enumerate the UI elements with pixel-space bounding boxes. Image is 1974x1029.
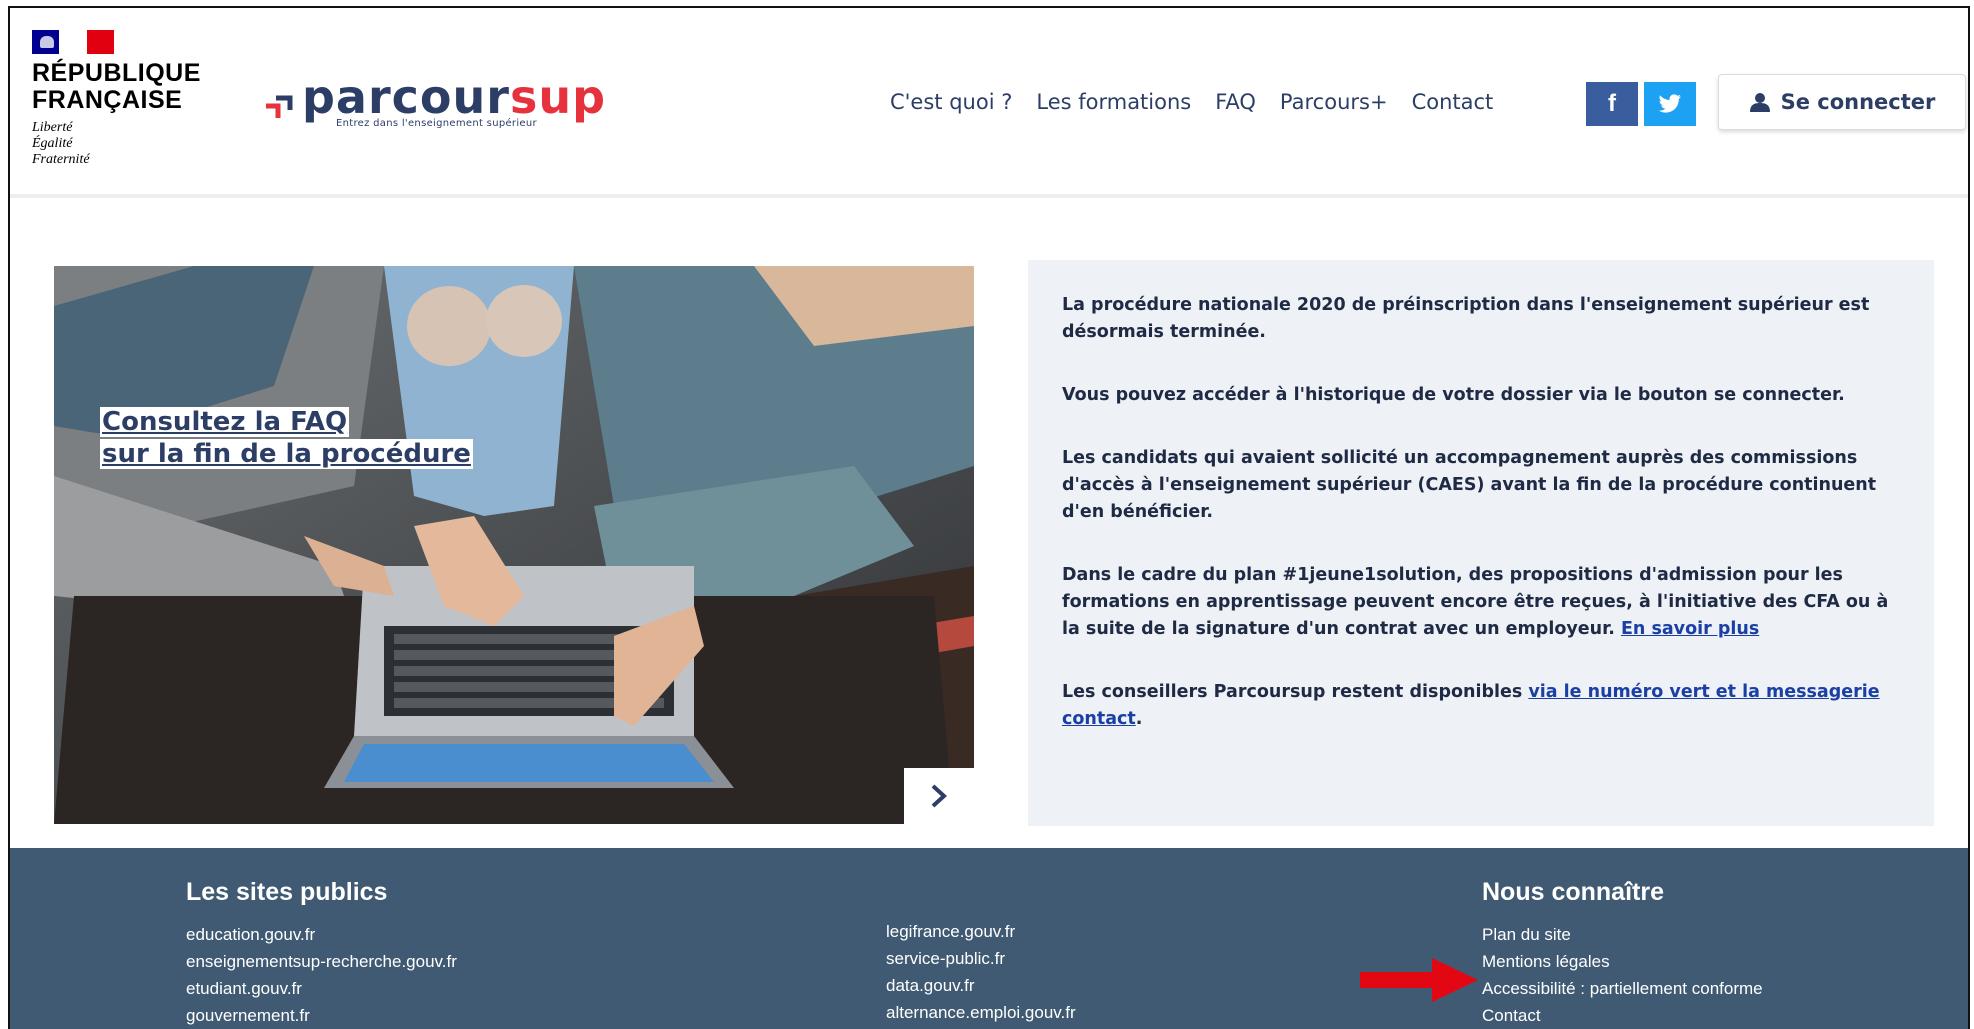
laptop-photo xyxy=(54,266,974,824)
footer-link-contact[interactable]: Contact xyxy=(1482,1002,1763,1029)
login-button[interactable]: Se connecter xyxy=(1718,74,1966,130)
parcoursup-mark-icon xyxy=(266,95,293,118)
republique-francaise-logo[interactable]: RÉPUBLIQUE FRANÇAISE Liberté Égalité Fra… xyxy=(32,30,232,168)
parcoursup-logo[interactable]: parcoursup Entrez dans l'enseignement su… xyxy=(262,70,632,140)
footer-link-education[interactable]: education.gouv.fr xyxy=(186,921,457,948)
footer-sites-title: Les sites publics xyxy=(186,878,388,906)
gov-title: RÉPUBLIQUE FRANÇAISE xyxy=(32,59,201,114)
facebook-button[interactable]: f xyxy=(1586,82,1638,126)
footer-sites-publics: Les sites publics education.gouv.fr ense… xyxy=(186,878,457,1029)
user-icon xyxy=(1749,93,1770,112)
info-paragraph-5: Les conseillers Parcoursup restent dispo… xyxy=(1062,682,1880,729)
nav-contact[interactable]: Contact xyxy=(1412,90,1494,114)
nav-faq[interactable]: FAQ xyxy=(1215,90,1256,114)
facebook-icon: f xyxy=(1608,90,1616,117)
info-paragraph-4: Dans le cadre du plan #1jeune1solution, … xyxy=(1062,565,1889,639)
parcoursup-wordmark: parcoursup xyxy=(302,70,607,124)
info-paragraph-1: La procédure nationale 2020 de préinscri… xyxy=(1062,295,1870,342)
nav-cest-quoi[interactable]: C'est quoi ? xyxy=(890,90,1012,114)
twitter-button[interactable] xyxy=(1644,82,1696,126)
en-savoir-plus-link[interactable]: En savoir plus xyxy=(1621,619,1759,639)
footer-link-legifrance[interactable]: legifrance.gouv.fr xyxy=(886,918,1076,945)
footer-link-alternance[interactable]: alternance.emploi.gouv.fr xyxy=(886,999,1076,1026)
logo-tagline: Entrez dans l'enseignement supérieur xyxy=(336,118,537,129)
browser-frame: RÉPUBLIQUE FRANÇAISE Liberté Égalité Fra… xyxy=(8,6,1970,1029)
hero-caption[interactable]: Consultez la FAQ sur la fin de la procéd… xyxy=(100,406,473,470)
hero-caption-line2[interactable]: sur la fin de la procédure xyxy=(100,439,473,469)
twitter-icon xyxy=(1658,94,1681,113)
footer-nous-connaitre: Nous connaître Plan du site Mentions lég… xyxy=(1482,878,1763,1029)
main-nav: C'est quoi ? Les formations FAQ Parcours… xyxy=(890,90,1493,114)
gov-motto: Liberté Égalité Fraternité xyxy=(32,120,90,167)
marianne-flag-icon xyxy=(32,30,114,54)
login-label: Se connecter xyxy=(1780,90,1936,114)
footer-about-title: Nous connaître xyxy=(1482,878,1664,906)
red-arrow-annotation-icon xyxy=(1360,958,1478,1002)
hero-caption-line1[interactable]: Consultez la FAQ xyxy=(100,407,350,437)
site-footer: Les sites publics education.gouv.fr ense… xyxy=(10,848,1968,1029)
footer-link-accessibilite[interactable]: Accessibilité : partiellement conforme xyxy=(1482,975,1763,1002)
info-paragraph-3: Les candidats qui avaient sollicité un a… xyxy=(1062,448,1877,522)
hero-carousel[interactable]: Consultez la FAQ sur la fin de la procéd… xyxy=(54,266,974,824)
nav-parcours-plus[interactable]: Parcours+ xyxy=(1280,90,1388,114)
footer-link-service-public[interactable]: service-public.fr xyxy=(886,945,1076,972)
carousel-next-button[interactable] xyxy=(904,768,974,824)
footer-link-gouvernement[interactable]: gouvernement.fr xyxy=(186,1002,457,1029)
chevron-right-icon xyxy=(931,784,947,808)
site-header: RÉPUBLIQUE FRANÇAISE Liberté Égalité Fra… xyxy=(10,8,1968,198)
footer-link-enseignementsup[interactable]: enseignementsup-recherche.gouv.fr xyxy=(186,948,457,975)
footer-sites-col2: legifrance.gouv.fr service-public.fr dat… xyxy=(886,918,1076,1026)
info-paragraph-2: Vous pouvez accéder à l'historique de vo… xyxy=(1062,385,1845,405)
footer-link-etudiant[interactable]: etudiant.gouv.fr xyxy=(186,975,457,1002)
footer-link-plan-du-site[interactable]: Plan du site xyxy=(1482,921,1763,948)
footer-link-data[interactable]: data.gouv.fr xyxy=(886,972,1076,999)
info-panel: La procédure nationale 2020 de préinscri… xyxy=(1028,260,1934,826)
nav-les-formations[interactable]: Les formations xyxy=(1036,90,1191,114)
footer-link-mentions-legales[interactable]: Mentions légales xyxy=(1482,948,1763,975)
